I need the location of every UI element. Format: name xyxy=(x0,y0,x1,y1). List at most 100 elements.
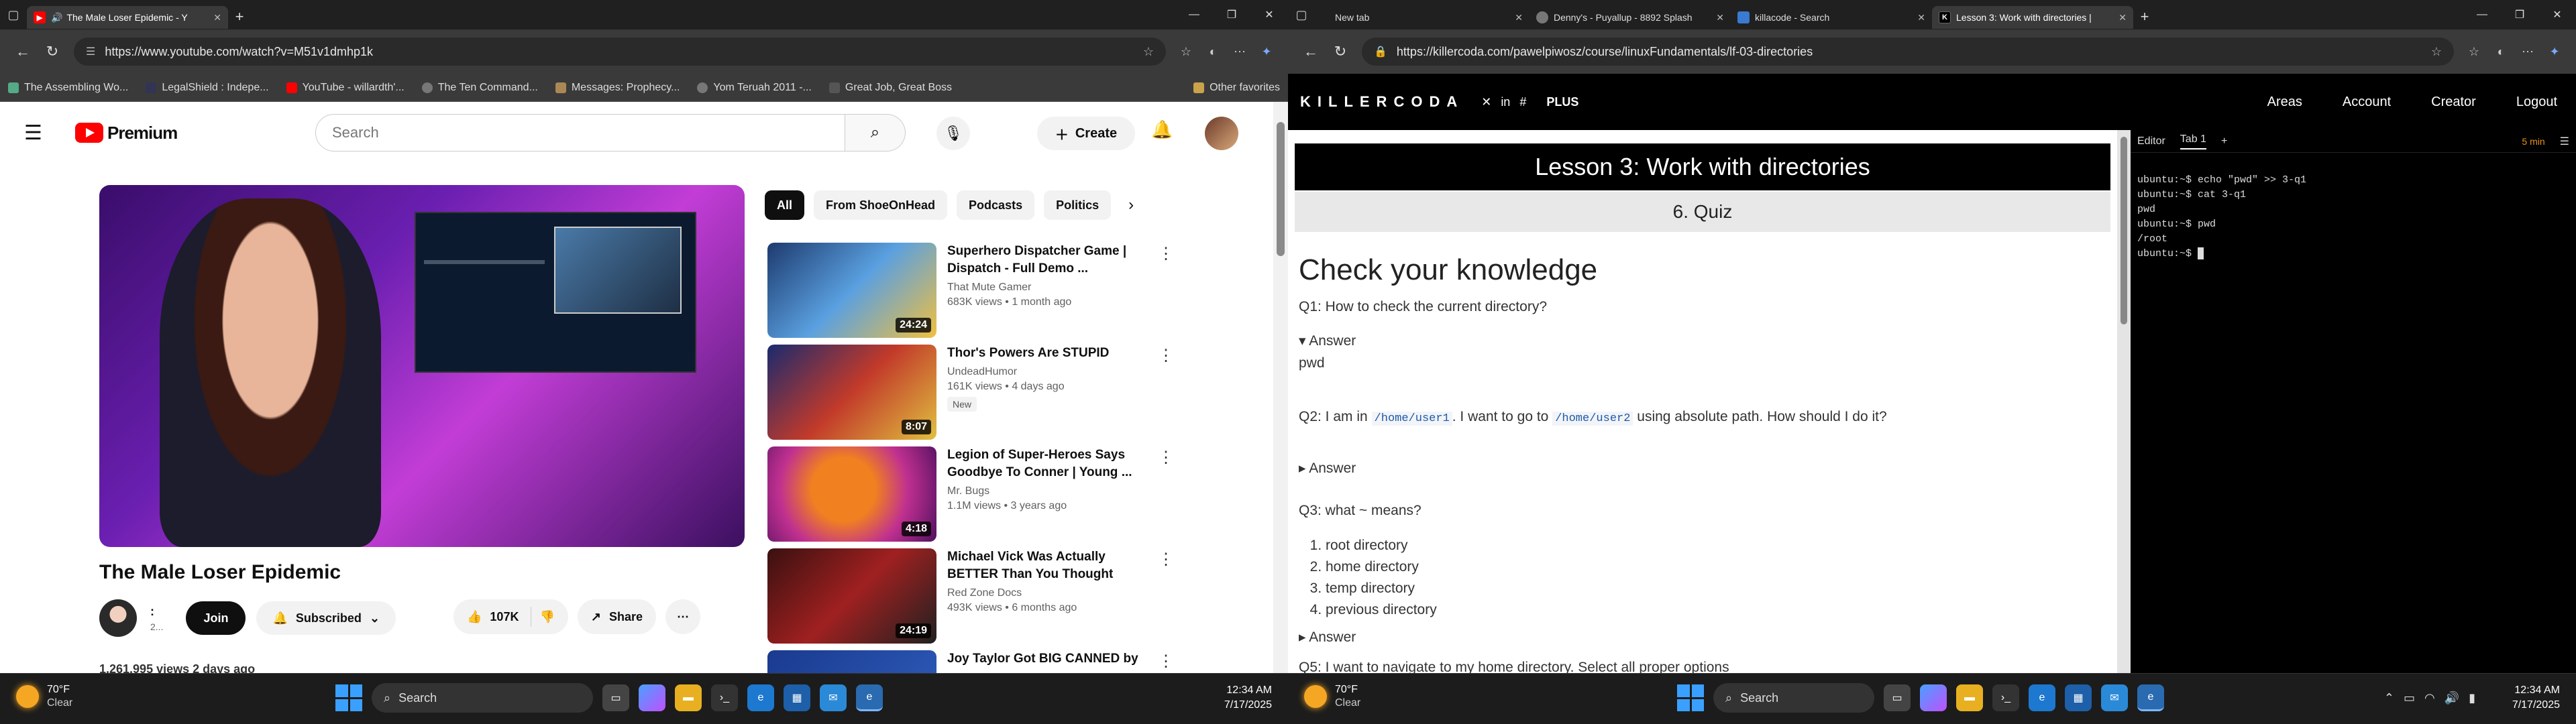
kebab-menu-icon[interactable]: ⋮ xyxy=(1158,448,1174,467)
related-video[interactable]: Joy Taylor Got BIG CANNED by ⋮ xyxy=(767,650,1264,673)
taskbar-search[interactable]: ⌕ Search xyxy=(1713,683,1874,713)
plus-label[interactable]: PLUS xyxy=(1546,95,1578,109)
tab-killercoda[interactable]: K Lesson 3: Work with directories | ✕ xyxy=(1932,6,2133,29)
related-video[interactable]: 4:18 Legion of Super-Heroes Says Goodbye… xyxy=(767,446,1264,548)
refresh-icon[interactable]: ↻ xyxy=(1326,37,1355,66)
tab-terminal-1[interactable]: Tab 1 xyxy=(2180,133,2206,149)
edge-icon[interactable]: e xyxy=(2029,684,2055,711)
related-channel[interactable]: Red Zone Docs xyxy=(947,587,1148,599)
edge-active-icon[interactable]: e xyxy=(856,684,883,711)
url-field[interactable]: ☰ https://www.youtube.com/watch?v=M51v1d… xyxy=(74,38,1166,66)
like-button[interactable]: 👍 107K 👎 xyxy=(453,599,568,634)
video-thumbnail[interactable]: 8:07 xyxy=(767,345,936,440)
answer-toggle-2[interactable]: ▸ Answer xyxy=(1299,460,1356,477)
panel-scrollbar[interactable] xyxy=(2117,130,2131,673)
menu-icon[interactable]: ☰ xyxy=(24,121,58,145)
store-icon[interactable]: ▦ xyxy=(784,684,810,711)
kebab-menu-icon[interactable]: ⋮ xyxy=(1158,346,1174,365)
tab-youtube[interactable]: ▶ 🔊 The Male Loser Epidemic - Y ✕ xyxy=(27,6,228,29)
menu-creator[interactable]: Creator xyxy=(2431,95,2476,110)
close-window-icon[interactable]: ✕ xyxy=(2538,0,2576,29)
tab-dennys[interactable]: Denny's - Puyallup - 8892 Splash ✕ xyxy=(1529,6,1731,29)
favorite-item[interactable]: The Assembling Wo... xyxy=(8,82,128,94)
subscribed-button[interactable]: 🔔 Subscribed ⌄ xyxy=(256,601,396,635)
weather-widget[interactable]: 70°F Clear xyxy=(16,683,72,710)
more-icon[interactable]: ⋯ xyxy=(1226,38,1253,65)
notifications-bell-icon[interactable]: 🔔 xyxy=(1151,119,1173,140)
edge-active-icon[interactable]: e xyxy=(2137,684,2164,711)
refresh-icon[interactable]: ↻ xyxy=(38,37,67,66)
copilot-icon[interactable]: ✦ xyxy=(2541,38,2568,65)
menu-icon[interactable]: ☰ xyxy=(2560,135,2569,148)
video-player[interactable] xyxy=(99,185,745,547)
favorite-item[interactable]: Yom Teruah 2011 -... xyxy=(697,82,812,94)
add-tab-button[interactable]: + xyxy=(2221,135,2227,147)
tab-search[interactable]: killacode - Search ✕ xyxy=(1731,6,1932,29)
search-icon[interactable]: ⌕ xyxy=(845,114,906,152)
youtube-logo[interactable]: Premium xyxy=(75,123,178,143)
search-input[interactable]: Search xyxy=(315,114,845,152)
related-video[interactable]: 8:07 Thor's Powers Are STUPID UndeadHumo… xyxy=(767,345,1264,446)
chevron-right-icon[interactable]: › xyxy=(1128,196,1134,215)
chevron-up-icon[interactable]: ⌃ xyxy=(2384,691,2394,705)
microphone-icon[interactable]: 🎙 xyxy=(936,117,970,150)
more-actions-button[interactable]: ⋯ xyxy=(665,599,700,634)
close-window-icon[interactable]: ✕ xyxy=(1250,0,1288,29)
chip-podcasts[interactable]: Podcasts xyxy=(957,190,1035,220)
clock[interactable]: 12:34 AM 7/17/2025 xyxy=(2512,683,2560,713)
favorite-item[interactable]: LegalShield : Indepe... xyxy=(146,82,269,94)
clock[interactable]: 12:34 AM 7/17/2025 xyxy=(1224,683,1272,713)
copilot-icon[interactable] xyxy=(639,684,665,711)
windows-start-icon[interactable] xyxy=(335,684,362,711)
chip-from-channel[interactable]: From ShoeOnHead xyxy=(814,190,948,220)
favorite-star-icon[interactable]: ☆ xyxy=(1143,45,1154,59)
create-button[interactable]: ＋ Create xyxy=(1037,117,1135,150)
video-thumbnail[interactable]: 24:24 xyxy=(767,243,936,338)
favorite-item[interactable]: Messages: Prophecy... xyxy=(555,82,680,94)
wifi-icon[interactable]: ◠ xyxy=(2424,691,2435,705)
video-thumbnail[interactable]: 24:19 xyxy=(767,548,936,644)
slack-icon[interactable]: # xyxy=(1519,95,1526,109)
terminal-icon[interactable]: ›_ xyxy=(711,684,738,711)
page-scrollbar[interactable] xyxy=(1273,102,1288,673)
site-info-icon[interactable]: ☰ xyxy=(86,45,95,58)
related-title[interactable]: Thor's Powers Are STUPID xyxy=(947,345,1148,362)
chip-politics[interactable]: Politics xyxy=(1044,190,1112,220)
other-favorites[interactable]: Other favorites xyxy=(1193,82,1280,94)
volume-icon[interactable]: 🔊 xyxy=(2445,691,2459,705)
related-title[interactable]: Michael Vick Was Actually BETTER Than Yo… xyxy=(947,548,1148,583)
favorite-item[interactable]: The Ten Command... xyxy=(421,82,538,94)
minimize-icon[interactable]: — xyxy=(1175,0,1213,29)
related-video[interactable]: 24:19 Michael Vick Was Actually BETTER T… xyxy=(767,548,1264,650)
related-channel[interactable]: UndeadHumor xyxy=(947,366,1148,378)
related-channel[interactable]: That Mute Gamer xyxy=(947,282,1148,294)
tab-actions-icon[interactable]: ▢ xyxy=(1288,1,1315,28)
mail-icon[interactable]: ✉ xyxy=(820,684,847,711)
favorite-item[interactable]: YouTube - willardth'... xyxy=(286,82,405,94)
join-button[interactable]: Join xyxy=(186,601,246,635)
mail-icon[interactable]: ✉ xyxy=(2101,684,2128,711)
close-tab-icon[interactable]: ✕ xyxy=(213,12,221,23)
favorite-item[interactable]: Great Job, Great Boss xyxy=(828,82,952,94)
avatar[interactable] xyxy=(1205,117,1238,150)
edge-icon[interactable]: e xyxy=(747,684,774,711)
back-icon[interactable]: ← xyxy=(1296,37,1326,66)
task-view-icon[interactable]: ▭ xyxy=(1884,684,1911,711)
maximize-icon[interactable]: ❐ xyxy=(2501,0,2538,29)
menu-logout[interactable]: Logout xyxy=(2516,95,2557,110)
kebab-menu-icon[interactable]: ⋮ xyxy=(1158,244,1174,263)
favorite-star-icon[interactable]: ☆ xyxy=(2431,45,2442,59)
copilot-icon[interactable]: ✦ xyxy=(1253,38,1280,65)
windows-start-icon[interactable] xyxy=(1677,684,1704,711)
related-video[interactable]: 24:24 Superhero Dispatcher Game | Dispat… xyxy=(767,243,1264,345)
tab-editor[interactable]: Editor xyxy=(2137,135,2165,147)
profile-icon[interactable]: ◐ xyxy=(2487,38,2514,65)
video-thumbnail[interactable] xyxy=(767,650,936,673)
channel-name[interactable]: : xyxy=(150,605,163,619)
file-explorer-icon[interactable]: ▬ xyxy=(1956,684,1983,711)
more-icon[interactable]: ⋯ xyxy=(2514,38,2541,65)
profile-icon[interactable]: ◐ xyxy=(1199,38,1226,65)
terminal-panel[interactable]: Editor Tab 1 + 5 min ☰ ubuntu:~$ echo "p… xyxy=(2131,130,2576,673)
copilot-icon[interactable] xyxy=(1920,684,1947,711)
terminal-output[interactable]: ubuntu:~$ echo "pwd" >> 3-q1 ubuntu:~$ ca… xyxy=(2131,153,2576,296)
